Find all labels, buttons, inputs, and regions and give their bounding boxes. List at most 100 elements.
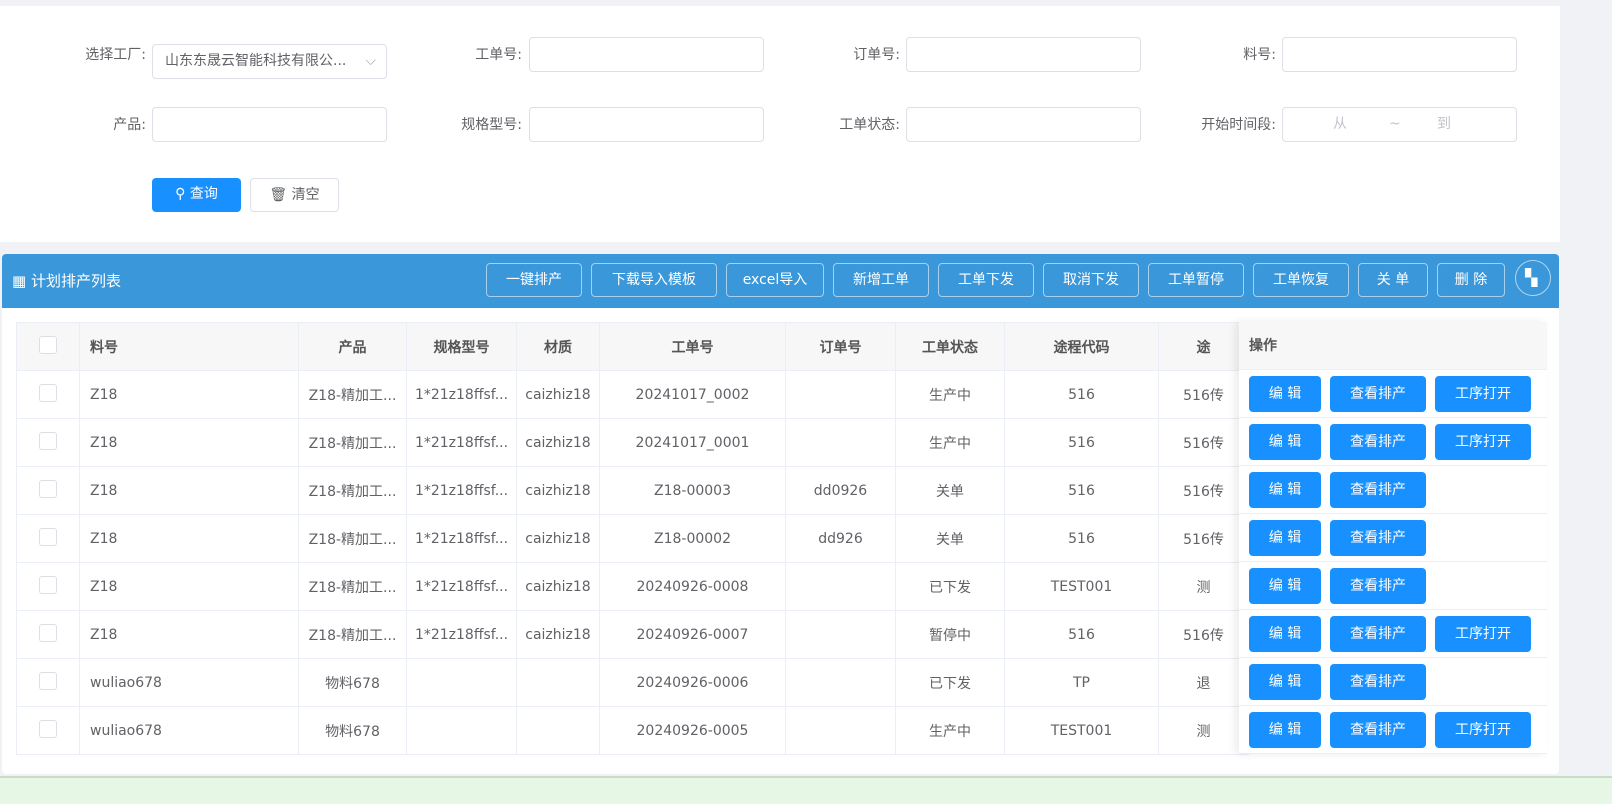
workorder-input[interactable] (529, 37, 764, 72)
query-button[interactable]: ⚲ 查询 (152, 178, 241, 212)
table-cell: 516传 (1158, 466, 1249, 515)
table-cell: caizhiz18 (516, 514, 600, 563)
row-checkbox-cell[interactable] (16, 370, 80, 419)
open-process-button[interactable]: 工序打开 (1435, 616, 1531, 652)
table-cell: wuliao678 (79, 658, 299, 707)
row-checkbox[interactable] (39, 431, 57, 450)
table-header: 料号 产品 规格型号 材质 工单号 订单号 工单状态 途程代码途 (16, 322, 1249, 371)
table-cell: 516 (1004, 370, 1159, 419)
view-schedule-button[interactable]: 查看排产 (1330, 376, 1426, 412)
view-schedule-button[interactable]: 查看排产 (1330, 616, 1426, 652)
edit-button[interactable]: 编 辑 (1249, 424, 1321, 460)
view-schedule-button[interactable]: 查看排产 (1330, 472, 1426, 508)
table-cell (406, 658, 517, 707)
open-process-button[interactable]: 工序打开 (1435, 712, 1531, 748)
table-cell: Z18-精加工... (298, 514, 407, 563)
row-checkbox-cell[interactable] (16, 658, 80, 707)
table-row: Z18 Z18-精加工... 1*21z18ffsf... caizhiz18 2024… (16, 610, 1249, 659)
toolbar-button[interactable]: 取消下发 (1043, 263, 1139, 297)
row-checkbox[interactable] (39, 575, 57, 594)
edit-button[interactable]: 编 辑 (1249, 520, 1321, 556)
factory-label: 选择工厂: (85, 47, 146, 63)
edit-button[interactable]: 编 辑 (1249, 712, 1321, 748)
view-schedule-button[interactable]: 查看排产 (1330, 424, 1426, 460)
table-cell: 516传 (1158, 418, 1249, 467)
table-cell: 20241017_0001 (599, 418, 786, 467)
material-input[interactable] (1282, 37, 1517, 72)
column-header: 规格型号 (406, 322, 517, 371)
order-input[interactable] (906, 37, 1141, 72)
table-cell: caizhiz18 (516, 418, 600, 467)
row-checkbox-cell[interactable] (16, 562, 80, 611)
row-checkbox-cell[interactable] (16, 418, 80, 467)
toolbar-button[interactable]: 工单下发 (938, 263, 1034, 297)
time-label: 开始时间段: (1201, 117, 1276, 133)
view-schedule-button[interactable]: 查看排产 (1330, 568, 1426, 604)
table-cell: 1*21z18ffsf... (406, 370, 517, 419)
query-label: 查询 (189, 186, 218, 202)
table-cell: Z18-精加工... (298, 466, 407, 515)
panel-title: ▦ 计划排产列表 (12, 254, 121, 308)
table-cell: Z18 (79, 610, 299, 659)
spec-input[interactable] (529, 107, 764, 142)
row-checkbox-cell[interactable] (16, 706, 80, 755)
open-process-button[interactable]: 工序打开 (1435, 424, 1531, 460)
table-cell: 20240926-0006 (599, 658, 786, 707)
edit-button[interactable]: 编 辑 (1249, 472, 1321, 508)
clear-label: 清空 (291, 187, 320, 203)
row-checkbox[interactable] (39, 383, 57, 402)
product-input[interactable] (152, 107, 387, 142)
table-cell (785, 610, 896, 659)
view-schedule-button[interactable]: 查看排产 (1330, 664, 1426, 700)
time-range-input[interactable]: 从 ~ 到 (1282, 107, 1517, 142)
column-header: 工单号 (599, 322, 786, 371)
row-checkbox[interactable] (39, 479, 57, 498)
edit-button[interactable]: 编 辑 (1249, 568, 1321, 604)
row-checkbox[interactable] (39, 719, 57, 738)
open-process-button[interactable]: 工序打开 (1435, 376, 1531, 412)
select-all-checkbox-cell[interactable] (16, 322, 80, 371)
edit-button[interactable]: 编 辑 (1249, 376, 1321, 412)
layout-grid-button[interactable]: ▚ (1515, 260, 1551, 296)
table-row: Z18 Z18-精加工... 1*21z18ffsf... caizhiz18 2024… (16, 562, 1249, 611)
status-select[interactable] (906, 107, 1141, 142)
table-cell: 20240926-0008 (599, 562, 786, 611)
row-checkbox-cell[interactable] (16, 610, 80, 659)
table-cell: 20240926-0007 (599, 610, 786, 659)
toolbar-button[interactable]: 下载导入模板 (591, 263, 717, 297)
view-schedule-button[interactable]: 查看排产 (1330, 520, 1426, 556)
toolbar-button[interactable]: 删 除 (1437, 263, 1505, 297)
toolbar-button[interactable]: 一键排产 (486, 263, 582, 297)
material-label: 料号: (1243, 47, 1276, 63)
panel-header: ▦ 计划排产列表 一键排产 下载导入模板 excel导入 新增工单 工单下发 取消下发 工单… (2, 254, 1559, 308)
factory-select[interactable]: 山东东晟云智能科技有限公... ⌵ (152, 44, 387, 79)
table-row: Z18 Z18-精加工... 1*21z18ffsf... caizhiz18 Z18-… (16, 514, 1249, 563)
product-label: 产品: (113, 117, 146, 133)
table-cell: Z18-00002 (599, 514, 786, 563)
table-cell: 516 (1004, 418, 1159, 467)
table-cell: 暂停中 (895, 610, 1005, 659)
edit-button[interactable]: 编 辑 (1249, 616, 1321, 652)
table-cell: Z18-精加工... (298, 418, 407, 467)
clear-button[interactable]: 🗑 清空 (250, 178, 339, 212)
table-cell: 生产中 (895, 370, 1005, 419)
grid-icon: ▚ (1525, 268, 1538, 287)
view-schedule-button[interactable]: 查看排产 (1330, 712, 1426, 748)
row-checkbox[interactable] (39, 671, 57, 690)
table-cell: 关单 (895, 514, 1005, 563)
edit-button[interactable]: 编 辑 (1249, 664, 1321, 700)
table-cell: 20241017_0002 (599, 370, 786, 419)
table-cell: Z18 (79, 370, 299, 419)
select-all-checkbox[interactable] (39, 335, 57, 354)
toolbar-button[interactable]: excel导入 (726, 263, 824, 297)
row-checkbox-cell[interactable] (16, 466, 80, 515)
table-cell: Z18 (79, 418, 299, 467)
toolbar-button[interactable]: 关 单 (1358, 263, 1428, 297)
row-checkbox[interactable] (39, 623, 57, 642)
row-checkbox-cell[interactable] (16, 514, 80, 563)
table-cell: Z18-精加工... (298, 610, 407, 659)
row-checkbox[interactable] (39, 527, 57, 546)
toolbar-button[interactable]: 工单暂停 (1148, 263, 1244, 297)
toolbar-button[interactable]: 工单恢复 (1253, 263, 1349, 297)
toolbar-button[interactable]: 新增工单 (833, 263, 929, 297)
